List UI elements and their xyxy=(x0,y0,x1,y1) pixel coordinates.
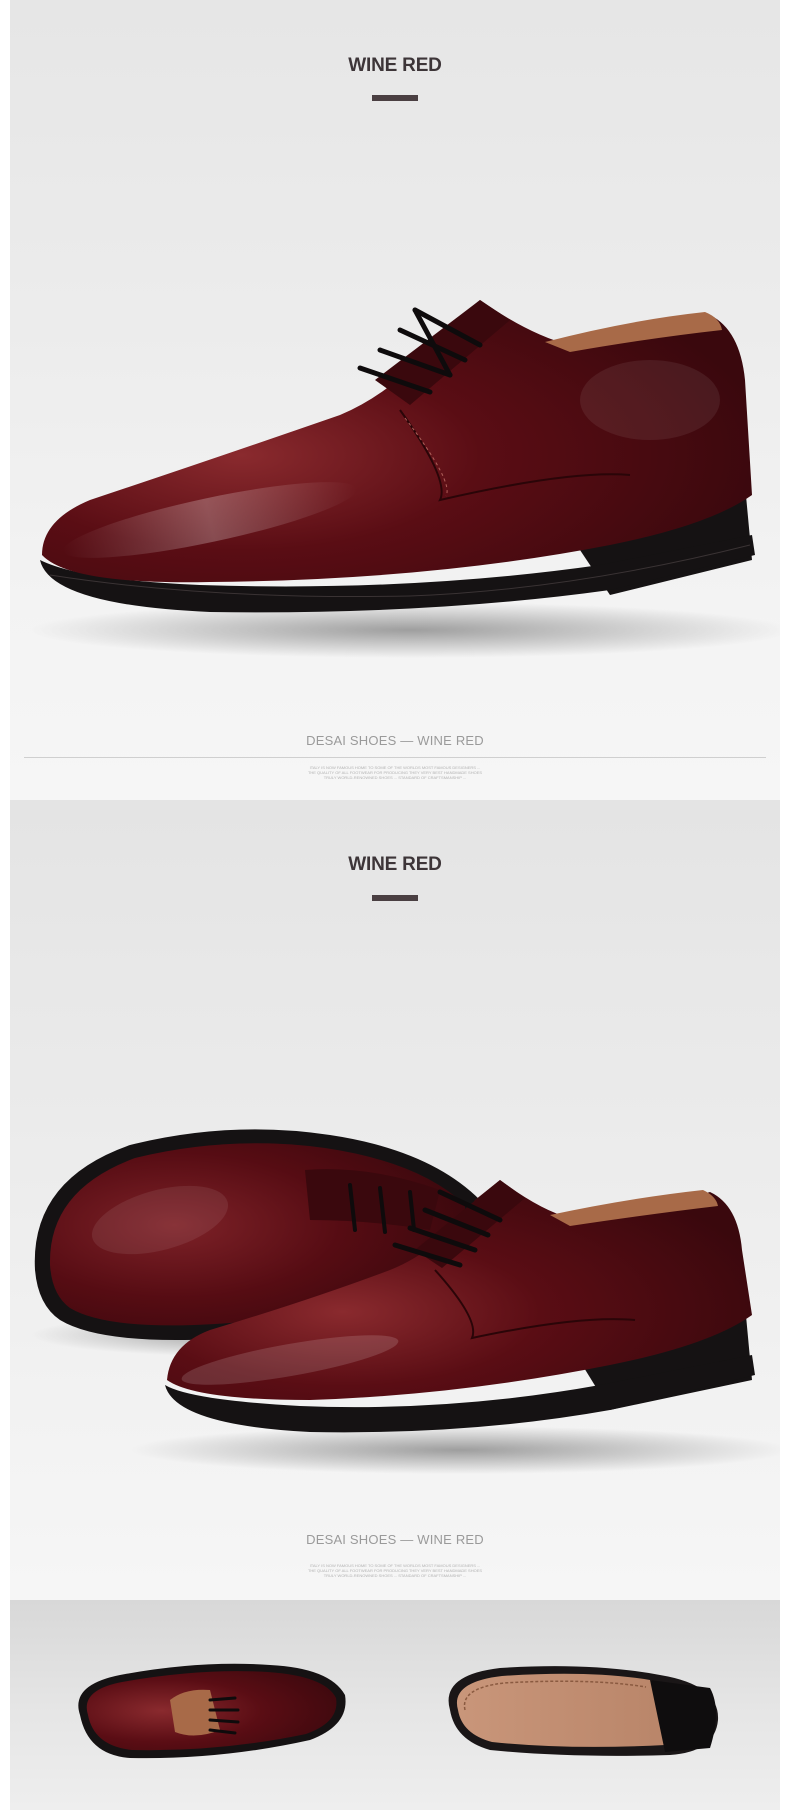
shoe-side-illustration xyxy=(30,300,780,658)
fine-print: ITALY IS NOW FAMOUS HOME TO SOME OF THE … xyxy=(307,1563,483,1578)
shoe-top-view xyxy=(78,1663,346,1759)
shoe-sole-view xyxy=(448,1666,719,1756)
product-caption: DESAI SHOES — WINE RED xyxy=(306,1532,484,1547)
fine-print: ITALY IS NOW FAMOUS HOME TO SOME OF THE … xyxy=(307,765,483,780)
product-caption: DESAI SHOES — WINE RED xyxy=(306,733,484,748)
product-photo-side-view: WINE RED DESAI SHOES — WINE RED ITALY IS… xyxy=(10,0,780,800)
product-photo-pair-view: WINE RED DESAI SHOES — WINE RED ITALY IS… xyxy=(10,800,780,1600)
divider xyxy=(24,757,766,758)
thumbnail-illustrations xyxy=(78,1663,719,1759)
shoe-pair-illustration xyxy=(30,1129,780,1474)
product-thumbnails xyxy=(10,1600,780,1810)
